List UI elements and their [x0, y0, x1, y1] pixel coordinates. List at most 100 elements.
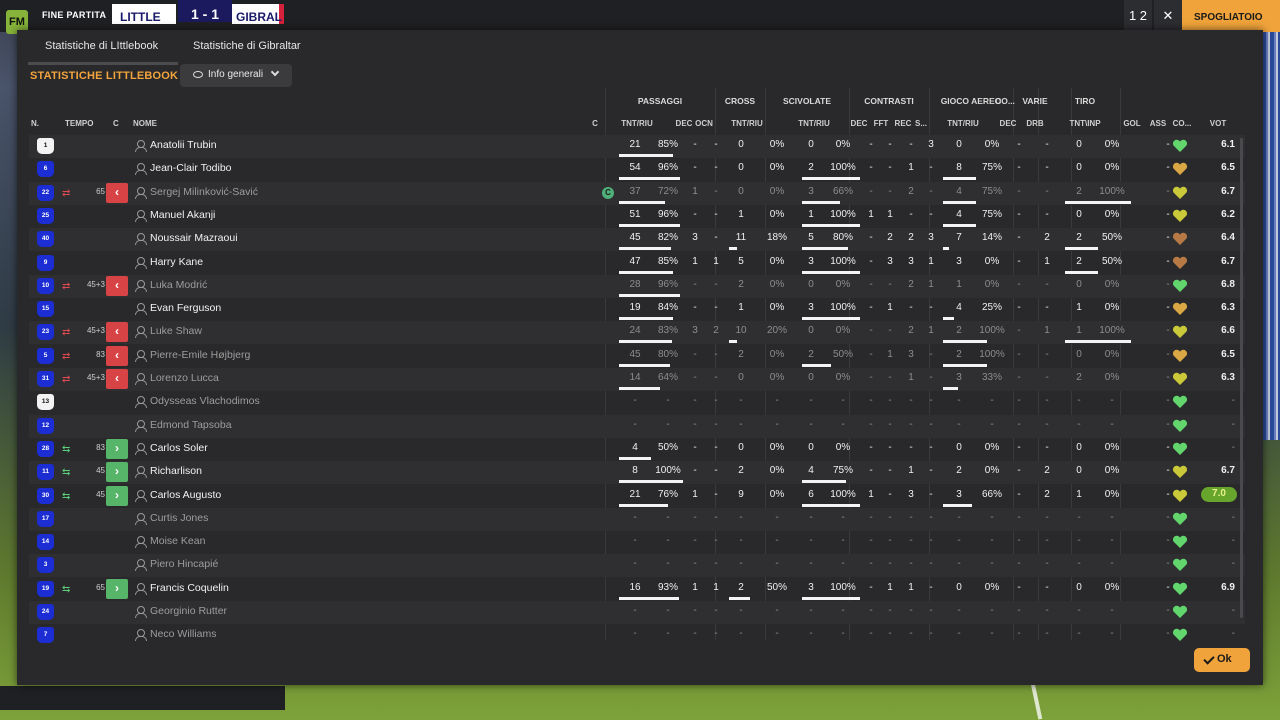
table-row[interactable]: 3 Piero Hincapié - - - - - - - - - - - - - - - - - - - -	[29, 554, 1245, 578]
column-header[interactable]: DRB	[1023, 119, 1047, 128]
stats-view-dropdown[interactable]: Info generali	[180, 64, 292, 87]
tab-gibraltar-stats[interactable]: Statistiche di Gibraltar	[193, 40, 301, 52]
subbed-off-button[interactable]: ‹	[106, 345, 128, 366]
player-name[interactable]: Francis Coquelin	[150, 582, 229, 594]
table-row[interactable]: 1 Anatolii Trubin 21 85% - - 0 0% 0 0% - - - 3 0 0% - - 0 0…	[29, 135, 1245, 158]
stat-p2: 100%	[655, 465, 681, 477]
column-header[interactable]: TEMPO	[65, 119, 95, 128]
column-header[interactable]: DEC	[675, 119, 693, 128]
stat-pocn: -	[714, 488, 718, 500]
subbed-off-button[interactable]: ‹	[106, 182, 128, 203]
table-row[interactable]: 14 Moise Kean - - - - - - - - - - - - - - - - - - - -	[29, 531, 1245, 554]
player-name[interactable]: Anatolii Trubin	[150, 139, 217, 151]
player-name[interactable]: Carlos Augusto	[150, 489, 221, 501]
table-row[interactable]: 13 Odysseas Vlachodimos - - - - - - - - - - - - - - - - - -…	[29, 391, 1245, 414]
table-row[interactable]: 6 Jean-Clair Todibo 54 96% - - 0 0% 2 100% - - 1 - 8 75…	[29, 158, 1245, 181]
tab-littlebook-stats[interactable]: Statistiche di LIttlebook	[45, 40, 158, 52]
table-row[interactable]: 17 Curtis Jones - - - - - - - - - - - - - - - - - - - -	[29, 507, 1245, 531]
stat-c1: 0	[738, 162, 744, 174]
table-row[interactable]: 24 Georginio Rutter - - - - - - - - - - - - - - - - - - - -	[29, 601, 1245, 624]
player-name[interactable]: Jean-Clair Todibo	[150, 162, 232, 174]
subbed-off-button[interactable]: ‹	[106, 369, 128, 389]
table-row[interactable]: 15 Evan Ferguson 19 84% - - 1 0% 3 100% - 1 - - 4 25% - -…	[29, 298, 1245, 321]
column-header[interactable]: N.	[31, 119, 51, 128]
table-row[interactable]: 9 Harry Kane 47 85% 1 1 5 0% 3 100% -3 3 1 3 0% -1 2 50% -…	[29, 252, 1245, 275]
column-header[interactable]: GOL	[1121, 119, 1143, 128]
table-row[interactable]: 19 ⇆ 65 › Francis Coquelin 16 93% 1 1 2 50% 3 100% -1…	[29, 578, 1245, 601]
stat-codec: -	[1017, 232, 1021, 244]
player-name[interactable]: Luka Modrić	[150, 279, 207, 291]
player-rating: 6.2	[1221, 208, 1235, 220]
column-header[interactable]: TNT/RIU	[615, 119, 659, 128]
column-header[interactable]: NOME	[133, 119, 173, 128]
stat-p2: 85%	[657, 139, 678, 150]
player-name[interactable]: Curtis Jones	[150, 512, 208, 524]
table-row[interactable]: 22 ⇄ 65 ‹ Sergej Milinković-Savić C 37 72% 1-0 0%…	[29, 181, 1245, 205]
stat-drb: -	[1045, 605, 1049, 616]
player-name[interactable]: Richarlison	[150, 465, 202, 477]
column-header[interactable]: DEC	[997, 119, 1019, 128]
column-header[interactable]: TNT/RIU	[792, 119, 836, 128]
column-header[interactable]: FFT	[871, 119, 891, 128]
subbed-on-button[interactable]: ›	[106, 578, 128, 599]
player-name[interactable]: Georginio Rutter	[150, 605, 227, 617]
table-row[interactable]: 28 ⇆ 83 › Carlos Soler 4 50% - - 0 0% 0 0% - - - - 0 0% - - 0…	[29, 438, 1245, 461]
column-header[interactable]: TNT/RIU	[941, 119, 985, 128]
subbed-off-button[interactable]: ‹	[106, 322, 128, 343]
stat-pdec: -	[693, 441, 697, 453]
column-header[interactable]: OCN	[693, 119, 715, 128]
morale-heart-icon	[1172, 302, 1188, 316]
table-row[interactable]: 25 Manuel Akanji 51 96% - - 1 0% 1 100% 1 1 - - 4 75% - -…	[29, 205, 1245, 228]
player-name[interactable]: Sergej Milinković-Savić	[150, 186, 258, 198]
column-header[interactable]: REC	[893, 119, 913, 128]
column-header[interactable]: S...	[913, 119, 929, 128]
shirt-number-icon: 9	[37, 254, 54, 271]
player-name[interactable]: Lorenzo Lucca	[150, 372, 219, 384]
table-row[interactable]: 40 Noussair Mazraoui 45 82% 3 - 11 18% 5 80% - 2 2 3 7…	[29, 228, 1245, 252]
scrollbar[interactable]	[1240, 138, 1243, 618]
table-row[interactable]: 11 ⇆ 45 › Richarlison 8 100% - -2 0% 4 75% - -1-2 0% -2…	[29, 461, 1245, 485]
stat-bar	[619, 200, 665, 204]
close-icon[interactable]: ✕	[1154, 0, 1182, 32]
column-header[interactable]: ASS	[1147, 119, 1169, 128]
dressing-room-button[interactable]: SPOGLIATOIO	[1182, 0, 1280, 32]
stat-a1: -	[957, 418, 961, 430]
player-name[interactable]: Harry Kane	[150, 256, 203, 268]
table-row[interactable]: 12 Edmond Tapsoba - - - - - - - - - - - - - - - - - - - -	[29, 414, 1245, 438]
table-row[interactable]: 30 ⇆ 45 › Carlos Augusto 21 76% 1-9 0% 6 100% 1-3-3…	[29, 485, 1245, 508]
player-name[interactable]: Piero Hincapié	[150, 558, 218, 570]
table-row[interactable]: 7 Neco Williams - - - - - - - - - - - - - - - - - - - -	[29, 624, 1245, 647]
column-header[interactable]: C	[113, 119, 125, 128]
subbed-off-button[interactable]: ‹	[106, 275, 128, 296]
player-name[interactable]: Noussair Mazraoui	[150, 232, 238, 244]
column-header[interactable]: DEC	[849, 119, 869, 128]
notifications-button[interactable]: 1 2	[1124, 0, 1152, 32]
player-name[interactable]: Moise Kean	[150, 535, 205, 547]
player-name[interactable]: Odysseas Vlachodimos	[150, 395, 260, 407]
player-rating: 6.1	[1221, 139, 1235, 150]
player-name[interactable]: Carlos Soler	[150, 442, 208, 454]
table-row[interactable]: 5 ⇄ 83 ‹ Pierre-Emile Højbjerg 45 80% - - 2 0% 2 50%…	[29, 345, 1245, 368]
subbed-on-button[interactable]: ›	[106, 462, 128, 483]
player-name[interactable]: Pierre-Emile Højbjerg	[150, 349, 250, 361]
column-header[interactable]: VOT	[1203, 119, 1233, 128]
column-header[interactable]: TNT\INP	[1063, 119, 1107, 128]
table-row[interactable]: 10 ⇄ 45+3 ‹ Luka Modrić 28 96% - - 2 0% 0 0% - - 2 1 1 0% -…	[29, 274, 1245, 298]
stat-p1: 19	[629, 302, 641, 314]
player-icon	[135, 349, 147, 362]
player-name[interactable]: Luke Shaw	[150, 325, 202, 337]
stat-s2: 75%	[832, 465, 853, 477]
subbed-on-button[interactable]: ›	[106, 485, 128, 506]
column-header[interactable]: CO...	[1170, 119, 1194, 128]
player-name[interactable]: Edmond Tapsoba	[150, 419, 232, 431]
table-row[interactable]: 31 ⇄ 45+3 ‹ Lorenzo Lucca 14 64% - -0 0% 0 0% - -1-3 3…	[29, 368, 1245, 391]
ok-button[interactable]: Ok	[1194, 648, 1250, 672]
subbed-on-button[interactable]: ›	[106, 438, 128, 459]
player-name[interactable]: Manuel Akanji	[150, 209, 215, 221]
column-header[interactable]: C	[589, 119, 601, 128]
stat-p2: 85%	[657, 255, 678, 267]
player-name[interactable]: Neco Williams	[150, 628, 217, 640]
column-header[interactable]: TNT/RIU	[725, 119, 769, 128]
player-name[interactable]: Evan Ferguson	[150, 302, 221, 314]
table-row[interactable]: 23 ⇄ 45+3 ‹ Luke Shaw 24 83% 3 2 10 20% 0 0% - - 2 1 2 100…	[29, 321, 1245, 345]
